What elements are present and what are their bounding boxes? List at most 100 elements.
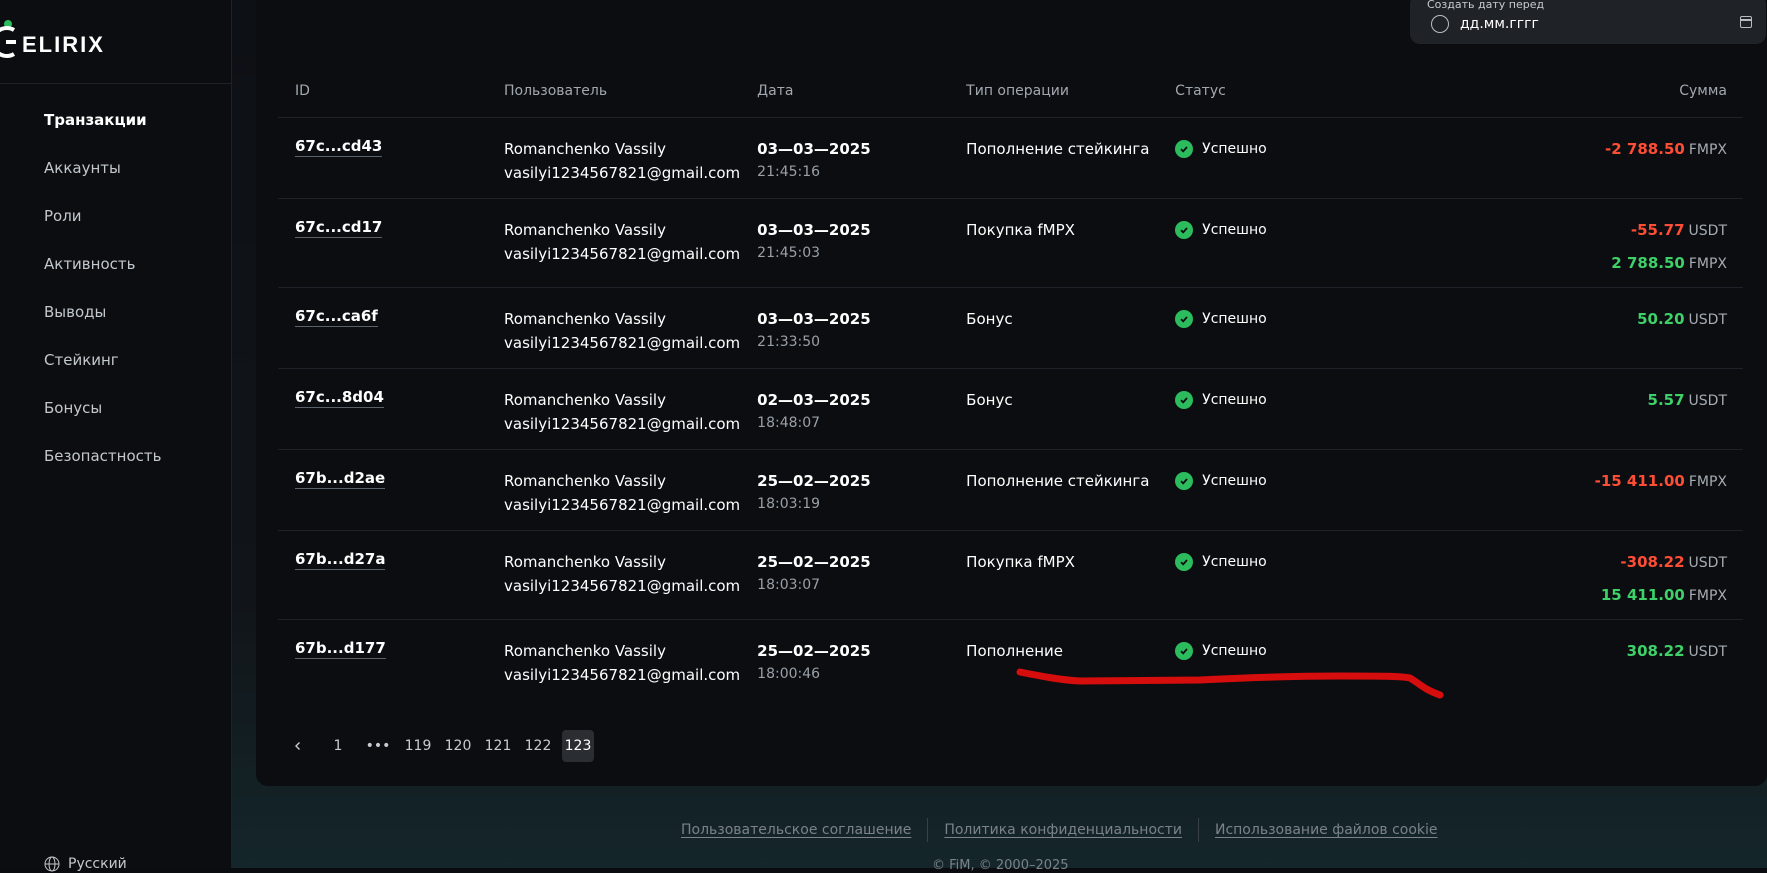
user-email: vasilyi1234567821@gmail.com [504, 244, 741, 263]
cell-status: Успешно [1158, 368, 1368, 450]
search-icon [1431, 15, 1449, 33]
transaction-id-link[interactable]: 67c...ca6f [295, 306, 378, 327]
operation-type: Пополнение стейкинга [966, 471, 1150, 490]
user-email: vasilyi1234567821@gmail.com [504, 495, 741, 514]
amount-value: 15 411.00 [1600, 585, 1685, 604]
table-row[interactable]: 67c...ca6f Romanchenko Vassily vasilyi1234… [278, 287, 1743, 369]
user-email: vasilyi1234567821@gmail.com [504, 163, 741, 182]
amount-line: -55.77 USDT [1384, 218, 1727, 243]
transaction-id-link[interactable]: 67c...cd17 [295, 217, 383, 238]
date-filter[interactable]: Создать дату перед дд.мм.гггг [1410, 0, 1766, 44]
logo[interactable]: ELIRIX [0, 0, 232, 84]
amount-currency: FMPX [1688, 255, 1727, 272]
table-row[interactable]: 67c...8d04 Romanchenko Vassily vasilyi1234… [278, 368, 1743, 450]
user-name: Romanchenko Vassily [504, 471, 666, 490]
cell-type: Пополнение стейкинга [949, 449, 1159, 531]
transaction-id-link[interactable]: 67b...d27a [295, 549, 386, 570]
status-text: Успешно [1202, 472, 1267, 489]
cell-type: Покупка fMPX [949, 198, 1159, 288]
transaction-date: 02—03—2025 [757, 390, 871, 409]
cell-sum: -308.22 USDT 15 411.00 FMPX [1367, 530, 1743, 620]
check-circle-icon [1175, 390, 1194, 409]
cell-user: Romanchenko Vassily vasilyi1234567821@gma… [487, 368, 741, 450]
pagination-page[interactable]: 119 [402, 730, 434, 762]
pagination-prev-button[interactable] [282, 730, 314, 762]
pagination-page[interactable]: 1 [322, 730, 354, 762]
amount-value: 2 788.50 [1611, 253, 1685, 272]
pagination-page-current[interactable]: 123 [562, 730, 594, 762]
pagination-page[interactable]: 120 [442, 730, 474, 762]
amount-line: 308.22 USDT [1384, 639, 1727, 664]
transactions-table: ID Пользователь Дата Тип операции Статус… [278, 66, 1743, 700]
table-row[interactable]: 67c...cd17 Romanchenko Vassily vasilyi1234… [278, 198, 1743, 288]
table-row[interactable]: 67b...d2ae Romanchenko Vassily vasilyi1234… [278, 449, 1743, 531]
amount-line: -308.22 USDT [1384, 550, 1727, 575]
table-row[interactable]: 67c...cd43 Romanchenko Vassily vasilyi1234… [278, 117, 1743, 199]
status-badge: Успешно [1175, 469, 1367, 493]
transaction-id-link[interactable]: 67c...cd43 [295, 136, 383, 157]
sidebar-item-bonuses[interactable]: Бонусы [44, 396, 161, 444]
transaction-id-link[interactable]: 67b...d2ae [295, 468, 386, 489]
sidebar-item-roles[interactable]: Роли [44, 204, 161, 252]
cell-type: Покупка fMPX [949, 530, 1159, 620]
language-switcher[interactable]: Русский [44, 856, 127, 872]
transaction-time: 21:45:03 [757, 244, 821, 261]
amount-currency: USDT [1688, 643, 1727, 660]
footer-links: Пользовательское соглашение Политика кон… [681, 818, 1438, 842]
footer-link-cookies[interactable]: Использование файлов cookie [1215, 822, 1438, 838]
status-text: Успешно [1202, 221, 1267, 238]
date-input[interactable]: дд.мм.гггг [1460, 16, 1539, 32]
status-badge: Успешно [1175, 137, 1367, 161]
cell-id: 67c...cd17 [278, 198, 487, 288]
cell-status: Успешно [1158, 619, 1367, 700]
calendar-icon[interactable] [1740, 16, 1752, 28]
sidebar-item-activity[interactable]: Активность [44, 252, 161, 300]
sidebar-item-staking[interactable]: Стейкинг [44, 348, 161, 396]
table-row[interactable]: 67b...d27a Romanchenko Vassily vasilyi1234… [278, 530, 1743, 620]
amount-value: 5.57 [1647, 390, 1685, 409]
transaction-date: 03—03—2025 [757, 139, 871, 158]
table-header-row: ID Пользователь Дата Тип операции Статус… [278, 66, 1743, 118]
check-circle-icon [1175, 552, 1194, 571]
cell-date: 25—02—2025 18:03:07 [740, 530, 950, 620]
amount-value: -15 411.00 [1594, 471, 1685, 490]
logo-text: ELIRIX [22, 32, 105, 57]
user-email: vasilyi1234567821@gmail.com [504, 665, 741, 684]
main-content: Создать дату перед дд.мм.гггг ID Пользов… [232, 0, 1767, 873]
footer-link-terms[interactable]: Пользовательское соглашение [681, 822, 911, 838]
sidebar-item-accounts[interactable]: Аккаунты [44, 156, 161, 204]
operation-type: Покупка fMPX [966, 552, 1075, 571]
amount-line: 15 411.00 FMPX [1384, 583, 1727, 608]
footer-divider [927, 818, 929, 842]
sidebar-item-withdrawals[interactable]: Выводы [44, 300, 161, 348]
status-text: Успешно [1202, 140, 1267, 157]
cell-user: Romanchenko Vassily vasilyi1234567821@gma… [487, 198, 741, 288]
user-name: Romanchenko Vassily [504, 220, 666, 239]
transaction-id-link[interactable]: 67c...8d04 [295, 387, 384, 408]
transaction-id-link[interactable]: 67b...d177 [295, 638, 386, 659]
cell-status: Успешно [1158, 117, 1368, 199]
pagination-page[interactable]: 121 [482, 730, 514, 762]
cell-user: Romanchenko Vassily vasilyi1234567821@gma… [487, 117, 741, 199]
sidebar-item-security[interactable]: Безопастность [44, 444, 161, 492]
pagination-page[interactable]: 122 [522, 730, 554, 762]
elirix-logo-icon: ELIRIX [0, 20, 105, 58]
operation-type: Покупка fMPX [966, 220, 1075, 239]
sidebar-item-transactions[interactable]: Транзакции [44, 108, 161, 156]
cell-status: Успешно [1158, 287, 1368, 369]
footer-link-privacy[interactable]: Политика конфиденциальности [944, 822, 1182, 838]
date-filter-label: Создать дату перед [1427, 0, 1545, 11]
amount-currency: FMPX [1688, 141, 1727, 158]
status-badge: Успешно [1175, 550, 1367, 574]
status-text: Успешно [1202, 391, 1267, 408]
amount-line: -15 411.00 FMPX [1384, 469, 1727, 494]
cell-date: 03—03—2025 21:45:03 [740, 198, 950, 288]
cell-sum: 50.20 USDT [1367, 287, 1743, 369]
cell-date: 25—02—2025 18:03:19 [740, 449, 950, 531]
cell-date: 25—02—2025 18:00:46 [740, 619, 949, 700]
amount-value: -2 788.50 [1605, 139, 1685, 158]
user-name: Romanchenko Vassily [504, 139, 666, 158]
table-row[interactable]: 67b...d177 Romanchenko Vassily vasilyi1234… [278, 619, 1743, 700]
user-name: Romanchenko Vassily [504, 641, 666, 660]
pagination-ellipsis[interactable]: ••• [362, 730, 394, 762]
